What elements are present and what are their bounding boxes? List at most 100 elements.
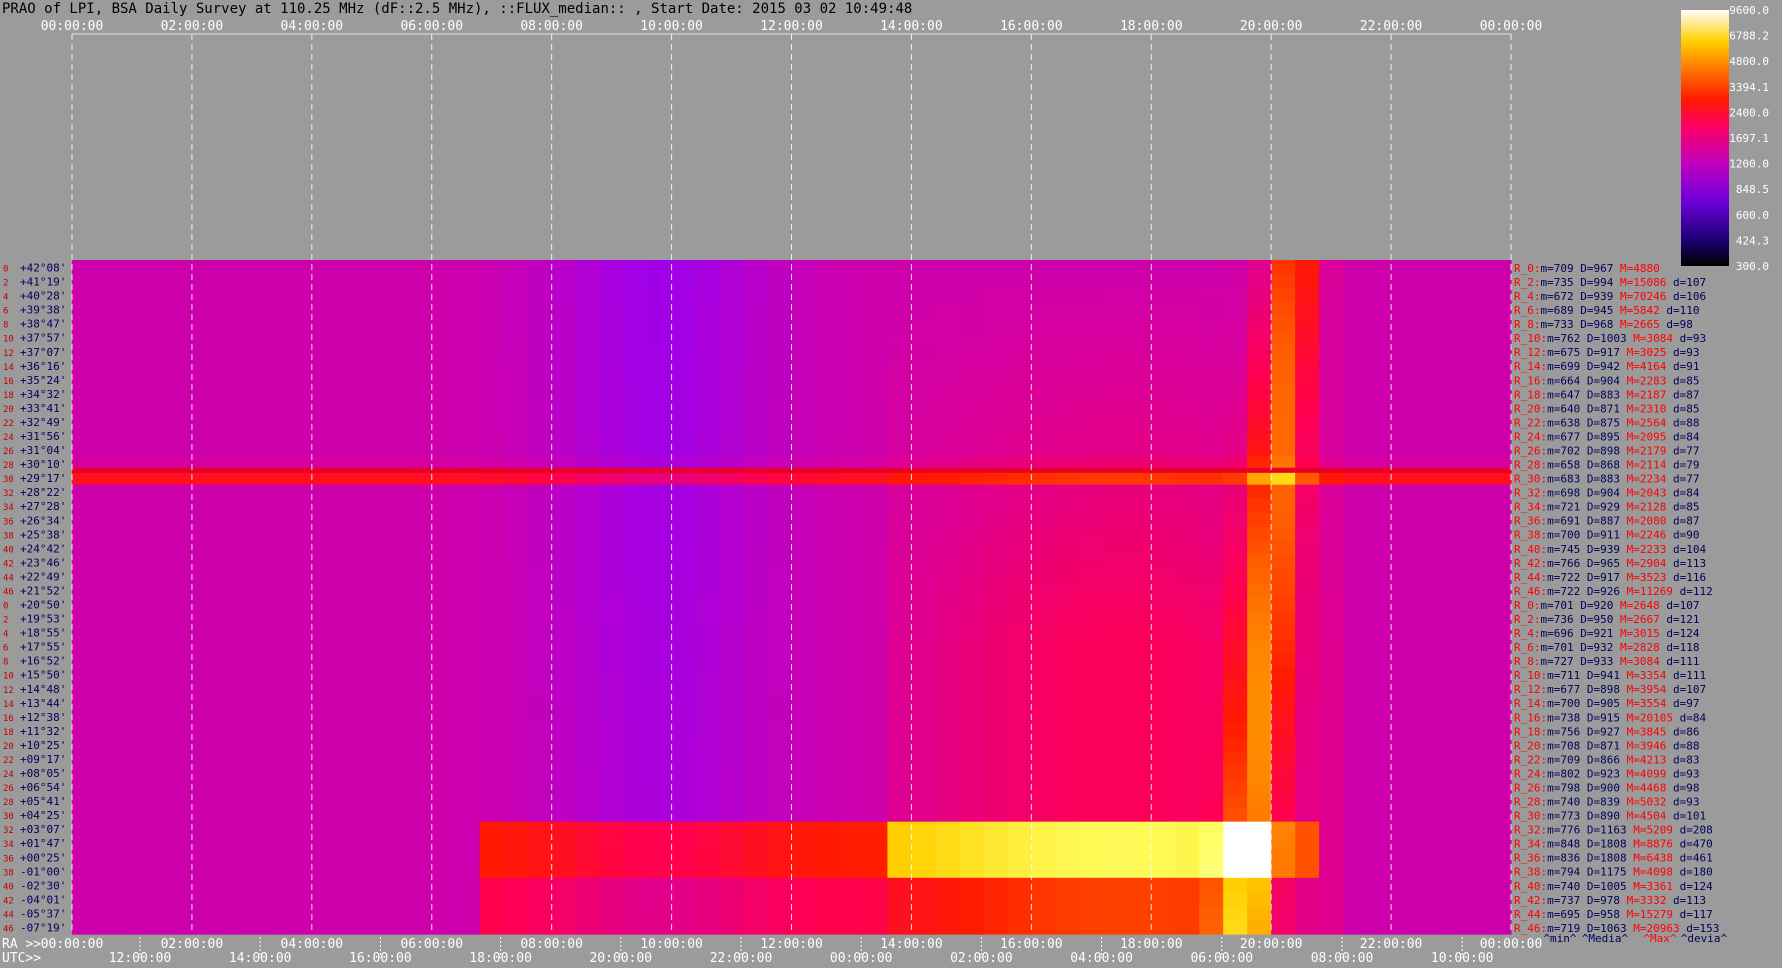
heatmap-cell [1103, 302, 1128, 317]
heatmap-cell [1439, 821, 1464, 837]
heatmap-cell [1151, 779, 1176, 795]
declination-label: +34°32' [20, 388, 66, 401]
heatmap-cell [911, 821, 936, 837]
heatmap-cell [575, 442, 601, 458]
heatmap-cell [239, 849, 265, 865]
heatmap-cell [455, 344, 481, 359]
heatmap-cell [959, 498, 984, 514]
heatmap-cell [527, 723, 553, 739]
heatmap-cell [815, 765, 841, 781]
heatmap-cell [215, 414, 241, 430]
heatmap-cell [1151, 667, 1176, 682]
heatmap-cell [263, 667, 289, 682]
heatmap-cell [575, 302, 601, 317]
heatmap-cell [1103, 849, 1128, 865]
heatmap-cell [1007, 260, 1032, 275]
heatmap-cell [383, 877, 409, 893]
heatmap-cell [72, 484, 97, 500]
heatmap-cell [335, 274, 361, 289]
heatmap-cell [887, 835, 913, 851]
heatmap-cell [215, 821, 241, 837]
heatmap-cell [1295, 358, 1320, 373]
heatmap-cell [95, 400, 121, 416]
heatmap-cell [191, 470, 217, 486]
heatmap-cell [887, 807, 913, 823]
heatmap-cell [503, 681, 529, 696]
heatmap-cell [479, 863, 505, 879]
colorbar-label: 300.0 [1736, 260, 1769, 273]
heatmap-cell [311, 751, 337, 767]
heatmap-cell [743, 260, 769, 275]
heatmap-cell [983, 695, 1008, 710]
heatmap-cell [72, 877, 97, 893]
heatmap-cell [1031, 288, 1056, 303]
heatmap-cell [95, 372, 121, 387]
heatmap-cell [1079, 316, 1104, 331]
heatmap-cell [1223, 709, 1248, 724]
heatmap-cell [1295, 625, 1320, 640]
heatmap-cell [743, 526, 769, 542]
heatmap-cell [959, 260, 984, 275]
heatmap-cell [1247, 821, 1272, 837]
heatmap-cell [1319, 344, 1344, 359]
heatmap-cell [1343, 470, 1368, 486]
heatmap-cell [1463, 737, 1488, 753]
heatmap-cell [287, 681, 313, 696]
declination-label: +17°55' [20, 641, 66, 654]
heatmap-cell [1079, 765, 1104, 781]
heatmap-cell [863, 414, 889, 430]
heatmap-cell [143, 372, 169, 387]
heatmap-cell [887, 821, 913, 837]
heatmap-cell [671, 751, 697, 767]
heatmap-cell [1127, 470, 1152, 486]
heatmap-cell [1439, 414, 1464, 430]
heatmap-cell [983, 751, 1008, 767]
heatmap-cell [1199, 428, 1224, 444]
heatmap-cell [551, 414, 577, 430]
heatmap-cell [1199, 400, 1224, 416]
heatmap-cell [719, 891, 745, 907]
heatmap-cell [455, 723, 481, 739]
heatmap-cell [791, 639, 817, 654]
heatmap-cell [1367, 779, 1392, 795]
heatmap-cell [575, 484, 601, 500]
heatmap-cell [719, 625, 745, 640]
heatmap-cell [575, 667, 601, 682]
heatmap-cell [167, 540, 193, 556]
heatmap-cell [743, 400, 769, 416]
heatmap-cell [167, 498, 193, 514]
heatmap-cell [1079, 653, 1104, 668]
heatmap-cell [1487, 330, 1512, 345]
heatmap-cell [167, 316, 193, 331]
heatmap-cell [95, 386, 121, 402]
heatmap-cell [671, 526, 697, 542]
heatmap-cell [1367, 835, 1392, 851]
heatmap-cell [1343, 919, 1368, 935]
heatmap-cell [1055, 470, 1080, 486]
heatmap-cell [143, 625, 169, 640]
heatmap-cell [191, 540, 217, 556]
heatmap-cell [671, 779, 697, 795]
heatmap-cell [551, 597, 577, 612]
heatmap-cell [863, 582, 889, 598]
heatmap-cell [191, 554, 217, 570]
heatmap-cell [167, 428, 193, 444]
heatmap-cell [1367, 414, 1392, 430]
stats-row: R_18:m=647 D=883 M=2187 d=87 [1514, 388, 1700, 401]
heatmap-cell [503, 779, 529, 795]
heatmap-cell [239, 821, 265, 837]
heatmap-cell [767, 288, 793, 303]
heatmap-cell [407, 765, 433, 781]
heatmap-cell [215, 316, 241, 331]
heatmap-cell [143, 568, 169, 584]
beam-number: 14 [3, 700, 14, 710]
heatmap-cell [311, 765, 337, 781]
heatmap-cell [1175, 639, 1200, 654]
heatmap-cell [455, 512, 481, 528]
heatmap-cell [503, 470, 529, 486]
heatmap-cell [575, 386, 601, 402]
heatmap-cell [743, 470, 769, 486]
heatmap-cell [1295, 639, 1320, 654]
heatmap-cell [407, 400, 433, 416]
heatmap-cell [455, 653, 481, 668]
